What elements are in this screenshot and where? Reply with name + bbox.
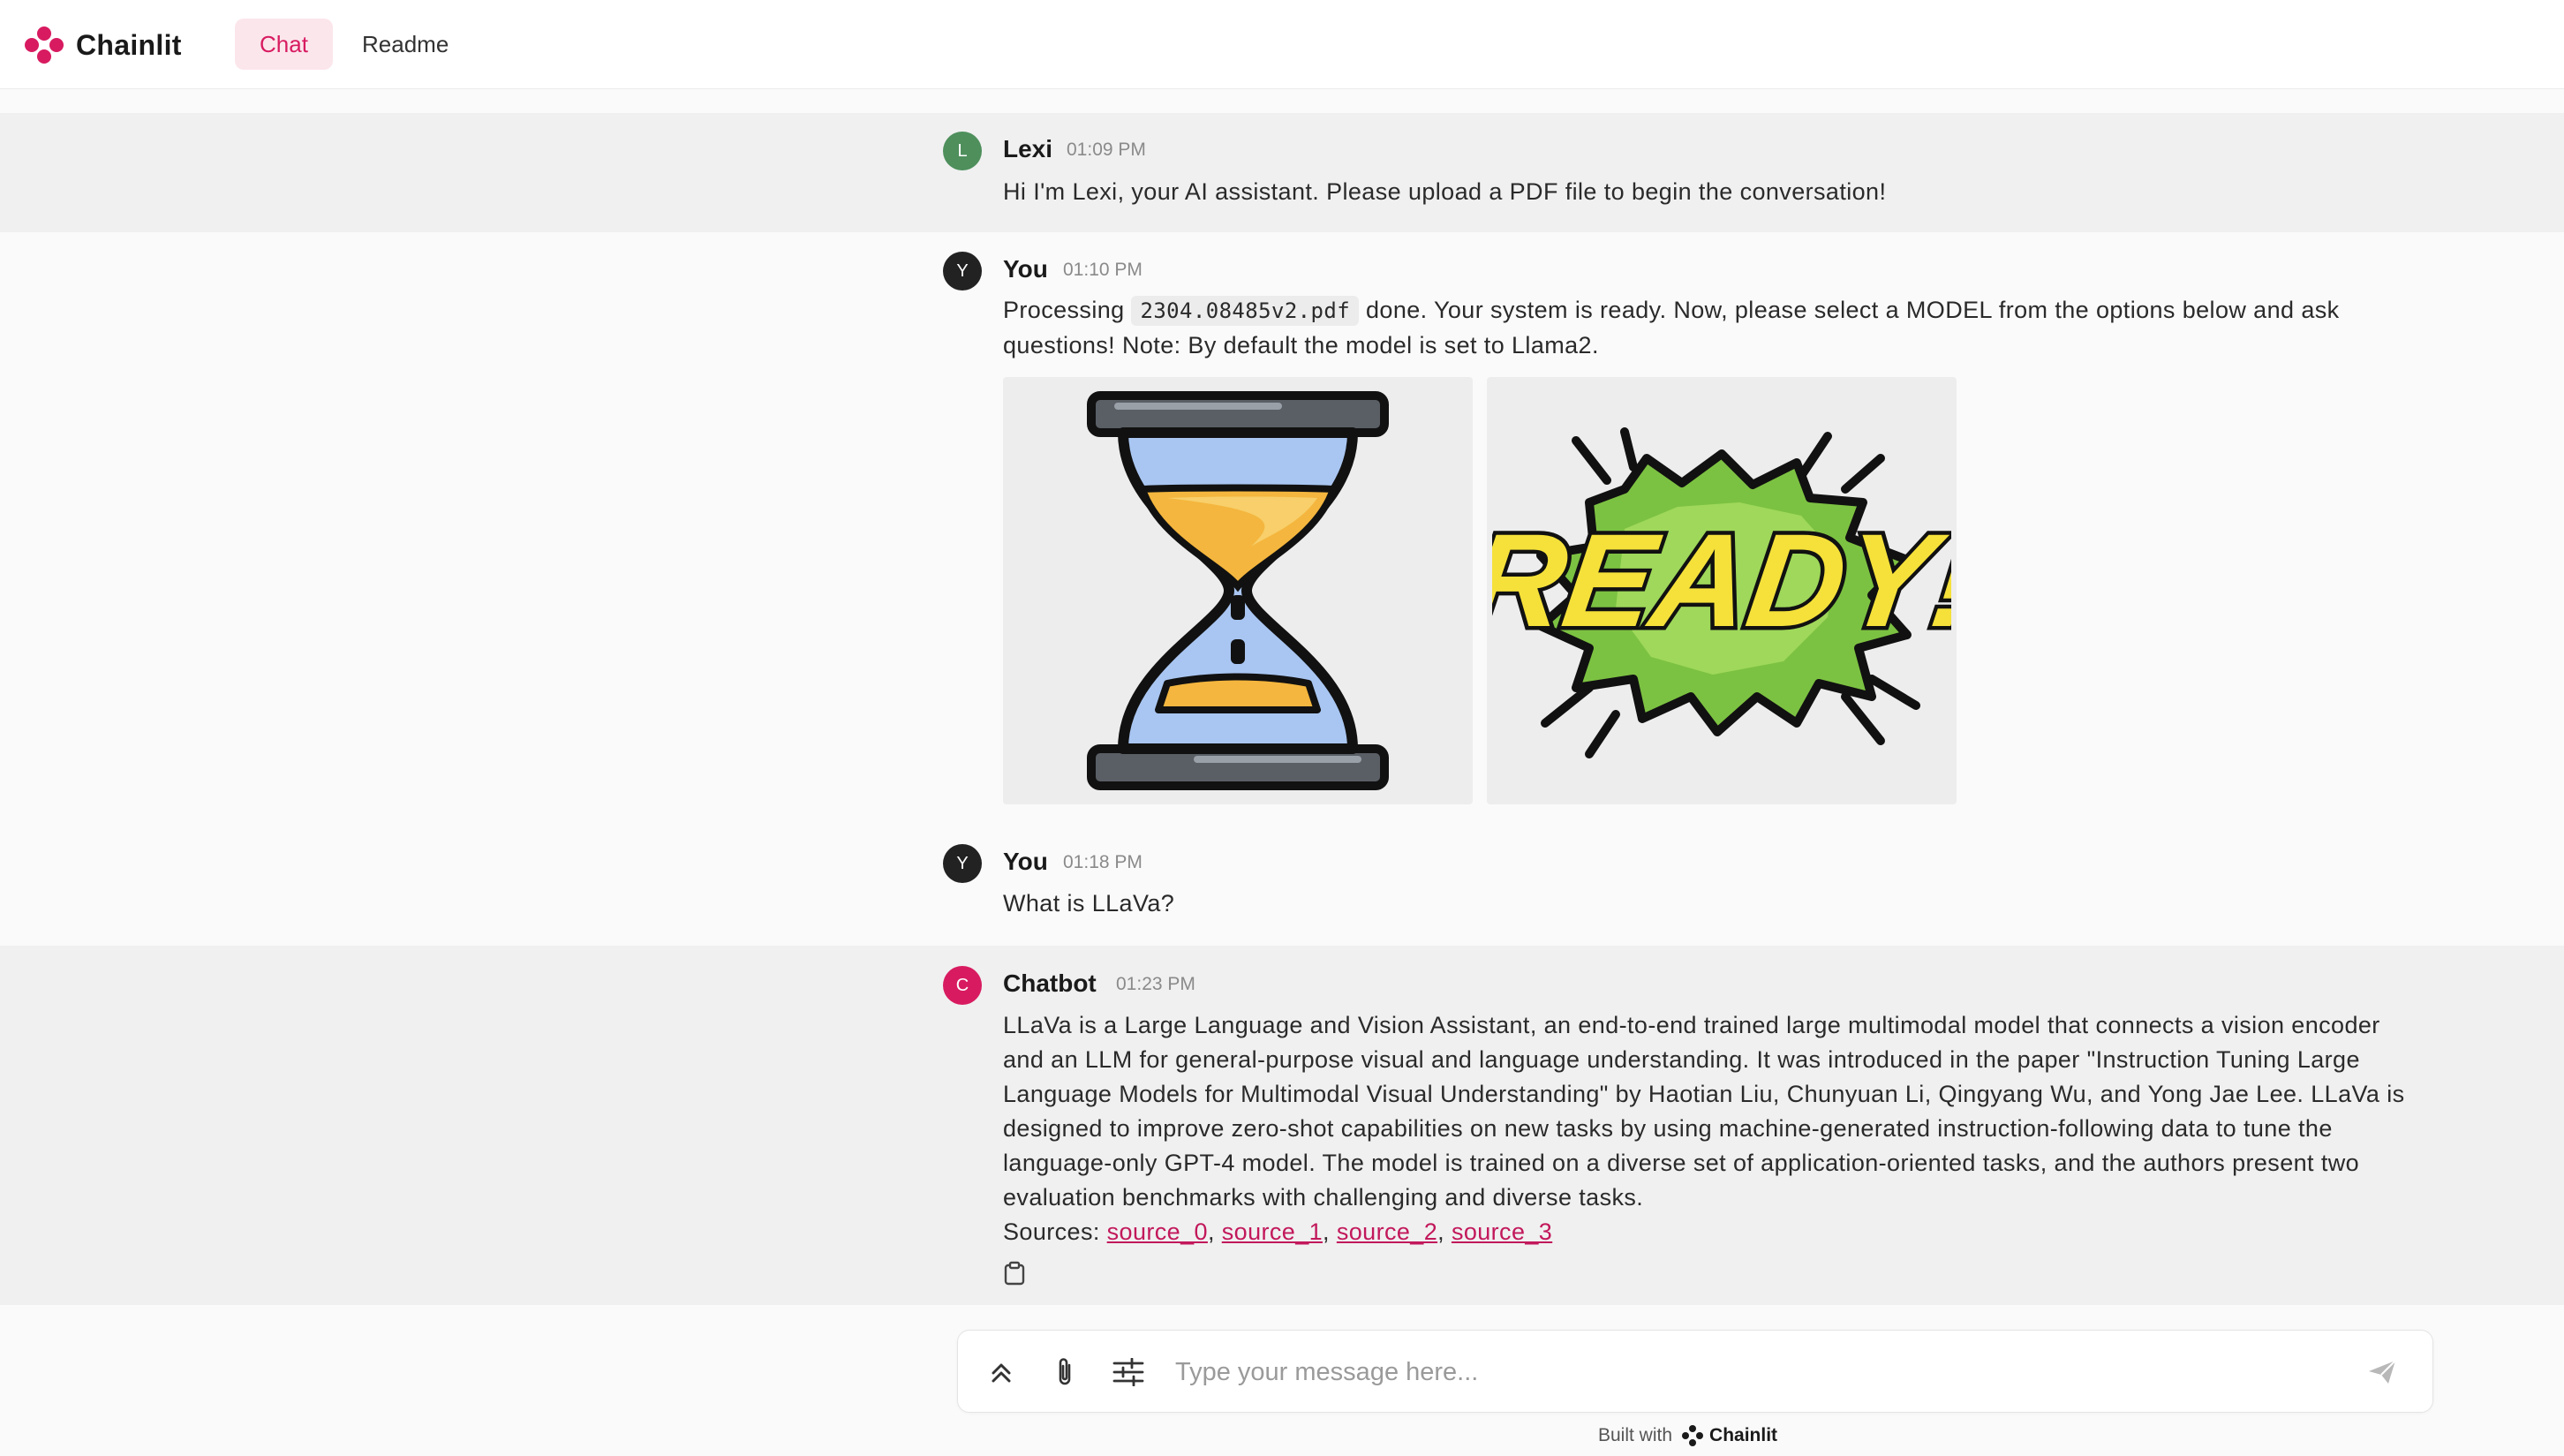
app-name: Chainlit <box>76 28 182 61</box>
message-composer <box>957 1330 2433 1413</box>
message-time: 01:10 PM <box>1063 260 1142 280</box>
message-text: Hi I'm Lexi, your AI assistant. Please u… <box>1003 178 1887 205</box>
message-time: 01:18 PM <box>1063 852 1142 872</box>
answer-text: LLaVa is a Large Language and Vision Ass… <box>1003 1012 2405 1211</box>
chainlit-logo-icon <box>25 26 64 64</box>
message-author: Chatbot <box>1003 969 1097 997</box>
app-header: Chainlit Chat Readme <box>0 0 2564 89</box>
copy-icon[interactable] <box>1003 1261 1026 1286</box>
message-lexi: L Lexi 01:09 PM Hi I'm Lexi, your AI ass… <box>0 113 2564 232</box>
avatar: Y <box>943 252 982 290</box>
ready-image[interactable]: READY! <box>1487 377 1957 804</box>
source-link-2[interactable]: source_2 <box>1337 1218 1437 1245</box>
send-button[interactable] <box>2362 1352 2402 1392</box>
message-chatbot: C Chatbot 01:23 PM LLaVa is a Large Lang… <box>0 946 2564 1305</box>
chainlit-logo[interactable]: Chainlit <box>23 25 182 65</box>
sliders-icon <box>1112 1358 1144 1386</box>
avatar: L <box>943 132 982 170</box>
message-you-processing: Y You 01:10 PM Processing 2304.08485v2.p… <box>0 232 2564 818</box>
message-author: Lexi <box>1003 135 1053 162</box>
built-with-footer[interactable]: Built with Chainlit <box>1598 1424 1777 1447</box>
message-text: LLaVa is a Large Language and Vision Ass… <box>1003 1012 2405 1245</box>
attach-button[interactable] <box>1044 1352 1085 1392</box>
hourglass-icon <box>1087 391 1389 790</box>
message-text-prefix: Processing <box>1003 297 1125 323</box>
scroll-up-button[interactable] <box>981 1352 1022 1392</box>
settings-button[interactable] <box>1108 1352 1149 1392</box>
tab-chat[interactable]: Chat <box>235 19 333 70</box>
chainlit-small-logo-icon <box>1682 1425 1704 1446</box>
paperclip-icon <box>1059 1358 1071 1385</box>
message-author: You <box>1003 255 1048 283</box>
footer-brand: Chainlit <box>1709 1425 1778 1445</box>
ready-burst-icon: READY! <box>1492 427 1951 758</box>
sources-label: Sources: <box>1003 1218 1100 1245</box>
source-link-3[interactable]: source_3 <box>1452 1218 1552 1245</box>
avatar: C <box>943 966 982 1005</box>
message-you-question: Y You 01:18 PM What is LLaVa? <box>0 818 2564 946</box>
message-input[interactable] <box>1175 1348 2323 1396</box>
message-author: You <box>1003 848 1048 875</box>
source-link-1[interactable]: source_1 <box>1222 1218 1323 1245</box>
message-time: 01:23 PM <box>1116 974 1195 994</box>
message-text: Processing 2304.08485v2.pdf done. Your s… <box>1003 293 2416 363</box>
avatar: Y <box>943 844 982 883</box>
filename-code: 2304.08485v2.pdf <box>1131 296 1360 326</box>
built-with-label: Built with <box>1598 1425 1673 1445</box>
ready-text: READY! <box>1492 507 1951 654</box>
message-time: 01:09 PM <box>1067 140 1146 160</box>
hourglass-image[interactable] <box>1003 377 1473 804</box>
message-text: What is LLaVa? <box>1003 890 1175 917</box>
tab-readme[interactable]: Readme <box>337 19 473 70</box>
source-link-0[interactable]: source_0 <box>1107 1218 1208 1245</box>
double-chevron-up-icon <box>992 1363 1011 1383</box>
send-icon <box>2369 1360 2396 1384</box>
